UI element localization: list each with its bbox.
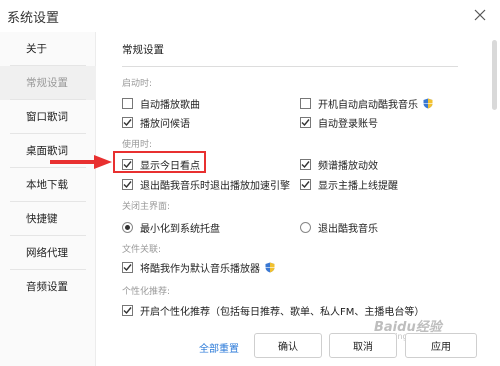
reset-all-link[interactable]: 全部重置	[199, 340, 239, 355]
shield-icon	[423, 98, 433, 108]
title-bar: 系统设置	[0, 0, 500, 32]
close-icon	[474, 9, 486, 21]
option-auto-login[interactable]: 自动登录账号	[300, 115, 378, 130]
checkbox-checked[interactable]	[122, 261, 133, 273]
section-divider	[122, 66, 458, 67]
check-icon	[123, 306, 132, 314]
cancel-button[interactable]: 取消	[329, 333, 397, 358]
option-host-online-reminder[interactable]: 显示主播上线提醒	[300, 177, 398, 192]
option-label: 最小化到系统托盘	[140, 223, 220, 235]
sidebar-item-local-download[interactable]: 本地下载	[0, 168, 96, 202]
option-greeting[interactable]: 播放问候语	[122, 115, 190, 130]
sidebar-item-about[interactable]: 关于	[0, 32, 96, 66]
window-title: 系统设置	[7, 11, 60, 26]
checkbox[interactable]	[300, 97, 311, 109]
shield-icon	[265, 262, 275, 272]
red-arrow-icon	[50, 155, 112, 169]
option-personalized-recommend[interactable]: 开启个性化推荐（包括每日推荐、歌单、私人FM、主播电台等）	[122, 303, 424, 318]
option-label: 频谱播放动效	[318, 160, 378, 172]
sidebar-item-audio-settings[interactable]: 音频设置	[0, 270, 96, 304]
group-label-file-assoc: 文件关联:	[122, 245, 162, 255]
option-minimize-to-tray[interactable]: 最小化到系统托盘	[122, 220, 220, 235]
group-label-close-main: 关闭主界面:	[122, 202, 171, 212]
check-icon	[123, 180, 132, 188]
ok-button[interactable]: 确认	[254, 333, 322, 358]
close-button[interactable]	[472, 7, 488, 23]
option-label: 开机自动启动酷我音乐	[318, 99, 418, 111]
check-icon	[301, 160, 310, 168]
section-title: 常规设置	[122, 44, 164, 56]
check-icon	[301, 118, 310, 126]
group-label-usage: 使用时:	[122, 140, 153, 150]
sidebar-item-shortcuts[interactable]: 快捷键	[0, 202, 96, 236]
option-exit-engine[interactable]: 退出酷我音乐时退出播放加速引擎	[122, 177, 290, 192]
sidebar: 关于 常规设置 窗口歌词 桌面歌词 本地下载 快捷键 网络代理 音频设置	[0, 32, 96, 366]
checkbox-checked[interactable]	[300, 178, 311, 190]
group-label-personalization: 个性化推荐:	[122, 287, 171, 297]
scrollbar-thumb[interactable]	[492, 40, 497, 110]
check-icon	[123, 263, 132, 271]
option-label: 播放问候语	[140, 118, 190, 130]
highlight-box	[113, 151, 206, 173]
apply-button[interactable]: 应用	[405, 333, 477, 358]
checkbox-checked[interactable]	[300, 158, 311, 170]
checkbox[interactable]	[122, 97, 133, 109]
sidebar-item-window-lyrics[interactable]: 窗口歌词	[0, 100, 96, 134]
radio[interactable]	[300, 221, 311, 233]
option-label: 自动登录账号	[318, 118, 378, 130]
option-label: 将酷我作为默认音乐播放器	[140, 263, 260, 275]
option-auto-start[interactable]: 开机自动启动酷我音乐	[300, 96, 433, 111]
option-label: 显示主播上线提醒	[318, 180, 398, 192]
sidebar-item-network-proxy[interactable]: 网络代理	[0, 236, 96, 270]
option-spectrum-effect[interactable]: 频谱播放动效	[300, 157, 378, 172]
checkbox-checked[interactable]	[300, 116, 311, 128]
checkbox-checked[interactable]	[122, 178, 133, 190]
option-label: 退出酷我音乐	[318, 223, 378, 235]
sidebar-item-general[interactable]: 常规设置	[0, 66, 96, 100]
check-icon	[123, 118, 132, 126]
checkbox-checked[interactable]	[122, 304, 133, 316]
check-icon	[301, 180, 310, 188]
option-default-player[interactable]: 将酷我作为默认音乐播放器	[122, 260, 275, 275]
radio-selected[interactable]	[122, 221, 133, 233]
option-label: 退出酷我音乐时退出播放加速引擎	[140, 180, 290, 192]
checkbox-checked[interactable]	[122, 116, 133, 128]
radio-dot	[125, 224, 130, 230]
group-label-startup: 启动时:	[122, 79, 153, 89]
option-label: 自动播放歌曲	[140, 99, 200, 111]
option-exit-app[interactable]: 退出酷我音乐	[300, 220, 378, 235]
option-auto-play[interactable]: 自动播放歌曲	[122, 96, 200, 111]
